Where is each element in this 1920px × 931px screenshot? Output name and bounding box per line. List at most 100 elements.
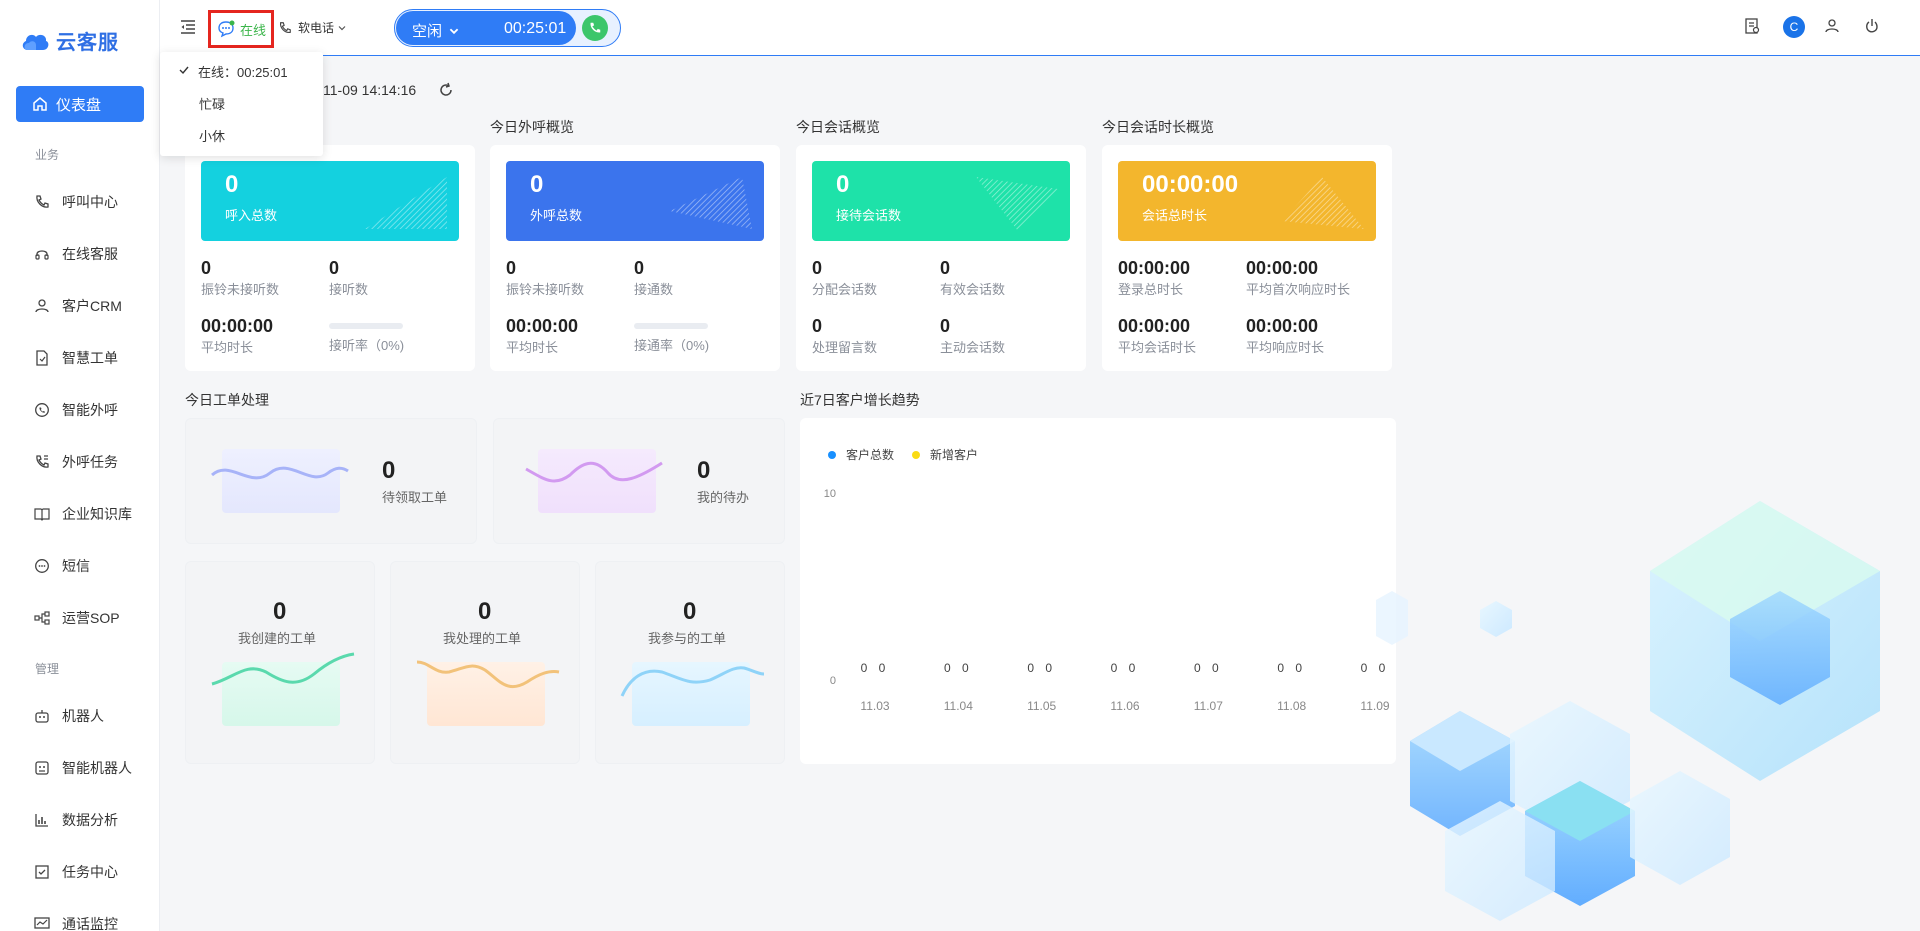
online-status-toggle[interactable]: 在线 (208, 10, 274, 48)
triangle-decoration-icon (1282, 177, 1364, 229)
power-icon (1866, 19, 1878, 33)
refresh-button[interactable] (438, 82, 454, 103)
x-tick-label: 11.03 (860, 699, 889, 713)
sidebar-item-data-analysis[interactable]: 数据分析 (34, 808, 118, 832)
metric-label: 平均响应时长 (1246, 340, 1325, 355)
bar-value-label: 0 (1129, 661, 1136, 675)
y-tick-label: 10 (824, 488, 836, 500)
metric-label: 处理留言数 (812, 340, 878, 355)
sidebar-item-label: 仪表盘 (56, 96, 102, 114)
metric-value: 0 (812, 316, 823, 336)
sidebar-item-work-order[interactable]: 智慧工单 (34, 346, 118, 370)
stat-banner-label: 接待会话数 (836, 208, 902, 223)
metric-item: 00:00:00 平均会话时长 (1118, 315, 1196, 356)
wave-decoration (416, 660, 560, 689)
sidebar-item-crm[interactable]: 客户CRM (34, 294, 122, 318)
sidebar-item-knowledge-base[interactable]: 企业知识库 (34, 502, 132, 526)
sidebar-item-label: 数据分析 (62, 812, 118, 828)
work-order-title: 今日工单处理 (185, 392, 269, 408)
outbound-overview-title: 今日外呼概览 (490, 119, 574, 135)
call-state-dropdown[interactable]: 空闲 (412, 20, 460, 41)
dial-button[interactable] (582, 15, 608, 41)
metric-value: 0 (940, 316, 951, 336)
sidebar-group-management: 管理 (35, 662, 60, 676)
metric-value: 0 (329, 258, 340, 278)
sidebar-item-label: 通话监控 (62, 916, 118, 931)
metric-label: 接听率（0%) (329, 338, 405, 353)
status-option-break[interactable]: 小休 (199, 126, 225, 145)
menu-toggle-button[interactable] (180, 20, 196, 39)
work-order-card-pending[interactable]: 0 待领取工单 (185, 418, 477, 544)
logout-button[interactable] (1864, 18, 1880, 34)
sidebar-item-robot[interactable]: 机器人 (34, 704, 104, 728)
bar-value-label: 0 (944, 661, 951, 675)
stat-banner-label: 外呼总数 (530, 208, 583, 223)
stat-banner-label: 呼入总数 (225, 208, 278, 223)
phone-icon (36, 195, 49, 208)
x-tick-label: 11.06 (1110, 699, 1139, 713)
work-order-card-participated[interactable]: 0 我参与的工单 (595, 561, 785, 764)
metric-label: 分配会话数 (812, 282, 878, 297)
sms-icon (35, 559, 49, 573)
metric-value: 0 (634, 258, 645, 278)
work-order-label: 我创建的工单 (238, 631, 317, 646)
metric-item: 0 有效会话数 (940, 257, 1005, 298)
soft-phone-selector[interactable]: 软电话 (278, 19, 353, 36)
call-timer: 00:25:01 (504, 20, 567, 37)
flow-icon (34, 611, 50, 625)
work-order-value: 0 (683, 598, 697, 625)
stat-banner: 0 接待会话数 (812, 161, 1070, 241)
sidebar-item-smart-outbound[interactable]: 智能外呼 (34, 398, 118, 422)
sidebar-item-call-monitor[interactable]: 通话监控 (34, 912, 118, 931)
notes-button[interactable] (1744, 18, 1760, 34)
wave-decoration (211, 652, 355, 686)
status-option-busy[interactable]: 忙碌 (199, 94, 225, 113)
session-duration-title: 今日会话时长概览 (1102, 119, 1214, 135)
sidebar-item-call-center[interactable]: 呼叫中心 (34, 190, 118, 214)
sidebar-item-sms[interactable]: 短信 (34, 554, 90, 578)
work-order-value: 0 (273, 598, 287, 625)
sidebar-item-sop[interactable]: 运营SOP (34, 606, 120, 630)
work-order-value: 0 (478, 598, 492, 625)
whatsapp-icon (35, 403, 49, 417)
metric-value: 00:00:00 (1246, 258, 1319, 278)
phone-task-icon (36, 455, 49, 468)
metric-item: 接通率（0%) (634, 315, 709, 354)
metric-value: 0 (812, 258, 823, 278)
bar-value-label: 0 (1295, 661, 1302, 675)
triangle-decoration-icon (365, 177, 447, 229)
bar-value-label: 0 (1027, 661, 1034, 675)
work-order-card-created[interactable]: 0 我创建的工单 (185, 561, 375, 764)
session-overview-card: 0 接待会话数 0 分配会话数 0 有效会话数 0 处理留言数 0 主动会话数 (796, 145, 1086, 371)
sidebar-item-task-center[interactable]: 任务中心 (34, 860, 118, 884)
work-order-card-handled[interactable]: 0 我处理的工单 (390, 561, 580, 764)
sidebar-item-label: 智能外呼 (62, 402, 118, 418)
metric-label: 登录总时长 (1118, 282, 1184, 297)
sidebar-item-smart-robot[interactable]: 智能机器人 (34, 756, 132, 780)
x-tick-label: 11.08 (1277, 699, 1306, 713)
stat-banner: 0 呼入总数 (201, 161, 459, 241)
bar-chart-icon (35, 814, 48, 827)
metric-label: 主动会话数 (940, 340, 1006, 355)
sidebar-item-label: 在线客服 (62, 246, 118, 262)
call-status-bar: 空闲 00:25:01 (394, 9, 621, 47)
status-option-online[interactable]: 在线：00:25:01 (198, 62, 288, 81)
work-order-label: 我参与的工单 (648, 631, 727, 646)
x-tick-label: 11.05 (1027, 699, 1056, 713)
sidebar-item-label: 短信 (62, 558, 90, 574)
profile-button[interactable] (1824, 18, 1840, 34)
app-logo[interactable]: 云客服 (20, 26, 119, 55)
metric-label: 平均首次响应时长 (1246, 282, 1351, 297)
sidebar-item-dashboard[interactable]: 仪表盘 (16, 86, 144, 122)
user-avatar[interactable]: C (1783, 16, 1805, 38)
metric-item: 0 主动会话数 (940, 315, 1005, 356)
metric-value: 00:00:00 (1118, 316, 1191, 336)
work-order-card-todo[interactable]: 0 我的待办 (493, 418, 785, 544)
metric-value: 00:00:00 (201, 316, 274, 336)
sidebar-item-outbound-task[interactable]: 外呼任务 (34, 450, 118, 474)
metric-item: 0 振铃未接听数 (201, 257, 279, 298)
phone-icon (280, 21, 291, 33)
top-header: 在线 软电话 空闲 00:25:01 C (160, 0, 1920, 56)
chart-plot: 10011.030 011.040 011.050 011.060 011.070 011… (824, 488, 1390, 713)
sidebar-item-online-service[interactable]: 在线客服 (34, 242, 118, 266)
